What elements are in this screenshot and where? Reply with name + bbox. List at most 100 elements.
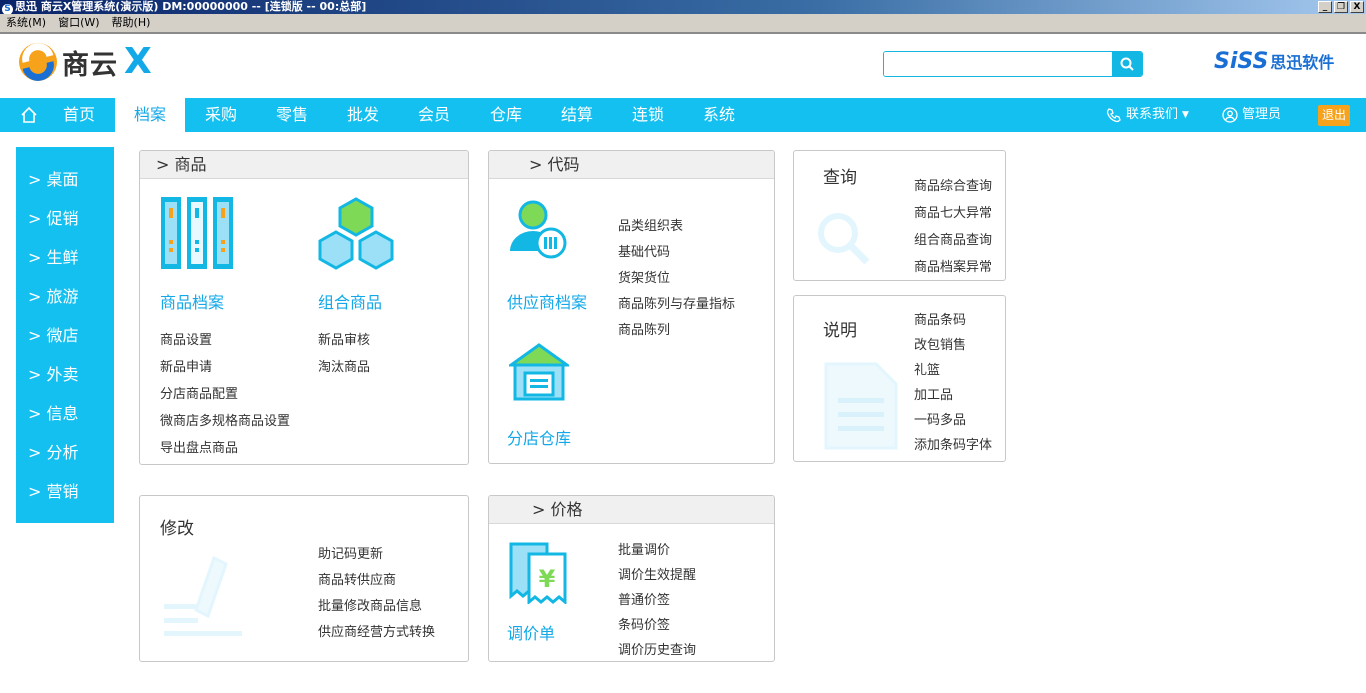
gift-basket-link[interactable]: 礼篮 xyxy=(914,359,940,378)
sidebar-item-microstore[interactable]: > 微店 xyxy=(16,323,114,362)
mnemonic-update-link[interactable]: 助记码更新 xyxy=(318,543,383,562)
app-logo: 商云 X xyxy=(18,42,152,82)
goods-archive-link[interactable]: 商品档案 xyxy=(160,289,224,313)
menu-bar: 系统(M) 窗口(W) 帮助(H) xyxy=(0,14,1366,32)
user-menu[interactable]: 管理员 xyxy=(1222,98,1281,132)
goods-panel-header: > 商品 xyxy=(140,151,468,179)
brand-sub: 思迅软件 xyxy=(1270,53,1335,72)
goods-archive-anomaly-link[interactable]: 商品档案异常 xyxy=(914,256,992,275)
new-goods-apply-link[interactable]: 新品申请 xyxy=(160,356,212,375)
explain-panel: 说明 商品条码 改包销售 礼篮 加工品 一码多品 添加条码字体 xyxy=(793,295,1006,462)
brand-main: SiSS xyxy=(1214,49,1269,74)
close-button[interactable]: X xyxy=(1350,1,1364,13)
price-effective-remind-link[interactable]: 调价生效提醒 xyxy=(618,564,696,583)
phone-icon xyxy=(1106,108,1121,123)
repack-sale-link[interactable]: 改包销售 xyxy=(914,334,966,353)
app-logo-icon: S xyxy=(2,4,13,14)
branch-warehouse-link[interactable]: 分店仓库 xyxy=(507,425,571,449)
new-goods-review-link[interactable]: 新品审核 xyxy=(318,329,370,348)
window-title: 思迅 商云X管理系统(演示版) DM:00000000 -- [连锁版 -- 0… xyxy=(15,0,367,13)
sidebar-item-analysis[interactable]: > 分析 xyxy=(16,440,114,479)
search-button[interactable] xyxy=(1112,52,1142,76)
display-stock-index-link[interactable]: 商品陈列与存量指标 xyxy=(618,293,735,312)
document-icon xyxy=(824,362,898,450)
nav-purchase[interactable]: 采购 xyxy=(186,98,256,132)
restore-button[interactable]: ❐ xyxy=(1334,1,1348,13)
goods-display-link[interactable]: 商品陈列 xyxy=(618,319,670,338)
nav-chain[interactable]: 连锁 xyxy=(613,98,683,132)
svg-text:¥: ¥ xyxy=(539,565,556,593)
microstore-multispec-link[interactable]: 微商店多规格商品设置 xyxy=(160,410,290,429)
code-panel: > 代码 供应商档案 分店仓库 品类组织表 基础代码 货架货位 商品陈列与存量指… xyxy=(488,150,775,464)
main-nav: 首页 档案 采购 零售 批发 会员 仓库 结算 连锁 系统 联系我们 ▼ 管理员 xyxy=(0,98,1366,132)
goods-archive-icon[interactable] xyxy=(160,196,234,270)
nav-system[interactable]: 系统 xyxy=(684,98,754,132)
magnifier-icon xyxy=(818,213,870,265)
window-title-bar: S 思迅 商云X管理系统(演示版) DM:00000000 -- [连锁版 -- … xyxy=(0,0,1366,14)
search-input[interactable] xyxy=(884,52,1112,76)
sidebar-item-fresh[interactable]: > 生鲜 xyxy=(16,245,114,284)
combo-goods-query-link[interactable]: 组合商品查询 xyxy=(914,229,992,248)
nav-warehouse[interactable]: 仓库 xyxy=(471,98,541,132)
menu-system[interactable]: 系统(M) xyxy=(6,14,46,32)
sidebar-item-takeout[interactable]: > 外卖 xyxy=(16,362,114,401)
shangyun-logo-icon xyxy=(19,43,57,81)
branch-goods-config-link[interactable]: 分店商品配置 xyxy=(160,383,238,402)
add-barcode-font-link[interactable]: 添加条码字体 xyxy=(914,434,992,453)
goods-transfer-supplier-link[interactable]: 商品转供应商 xyxy=(318,569,396,588)
nav-archive[interactable]: 档案 xyxy=(115,98,185,132)
sidebar-item-marketing[interactable]: > 营销 xyxy=(16,479,114,518)
menu-window[interactable]: 窗口(W) xyxy=(58,14,99,32)
explain-panel-title: 说明 xyxy=(823,321,857,341)
sidebar-item-travel[interactable]: > 旅游 xyxy=(16,284,114,323)
one-code-multi-goods-link[interactable]: 一码多品 xyxy=(914,409,966,428)
nav-retail[interactable]: 零售 xyxy=(257,98,327,132)
barcode-price-tag-link[interactable]: 条码价签 xyxy=(618,614,670,633)
nav-settlement[interactable]: 结算 xyxy=(542,98,612,132)
processed-goods-link[interactable]: 加工品 xyxy=(914,384,953,403)
code-panel-header: > 代码 xyxy=(489,151,774,179)
nav-member[interactable]: 会员 xyxy=(399,98,469,132)
eliminate-goods-link[interactable]: 淘汰商品 xyxy=(318,356,370,375)
goods-seven-anomalies-link[interactable]: 商品七大异常 xyxy=(914,202,992,221)
category-org-link[interactable]: 品类组织表 xyxy=(618,215,683,234)
goods-settings-link[interactable]: 商品设置 xyxy=(160,329,212,348)
price-history-query-link[interactable]: 调价历史查询 xyxy=(618,639,696,658)
sidebar-item-info[interactable]: > 信息 xyxy=(16,401,114,440)
supplier-archive-link[interactable]: 供应商档案 xyxy=(507,289,587,313)
supplier-mode-convert-link[interactable]: 供应商经营方式转换 xyxy=(318,621,435,640)
price-adjust-sheet-link[interactable]: 调价单 xyxy=(507,620,555,644)
search-icon xyxy=(1120,57,1134,71)
sidebar-item-promotion[interactable]: > 促销 xyxy=(16,206,114,245)
batch-price-adjust-link[interactable]: 批量调价 xyxy=(618,539,670,558)
query-panel-title: 查询 xyxy=(823,168,857,188)
price-panel: > 价格 ¥ 调价单 批量调价 调价生效提醒 普通价签 条码价签 调价历史查询 xyxy=(488,495,775,662)
search-box xyxy=(883,51,1143,77)
price-tag-icon[interactable]: ¥ xyxy=(509,542,569,604)
goods-barcode-link[interactable]: 商品条码 xyxy=(914,309,966,328)
nav-home[interactable]: 首页 xyxy=(44,98,114,132)
query-panel: 查询 商品综合查询 商品七大异常 组合商品查询 商品档案异常 xyxy=(793,150,1006,281)
contact-us-button[interactable]: 联系我们 ▼ xyxy=(1106,98,1189,132)
logo-text: 商云 xyxy=(62,49,118,81)
combo-goods-link[interactable]: 组合商品 xyxy=(318,289,382,313)
shelf-location-link[interactable]: 货架货位 xyxy=(618,267,670,286)
sidebar-item-desktop[interactable]: > 桌面 xyxy=(16,167,114,206)
home-icon[interactable] xyxy=(20,106,38,124)
batch-modify-goods-link[interactable]: 批量修改商品信息 xyxy=(318,595,422,614)
logout-button[interactable]: 退出 xyxy=(1318,105,1350,126)
logo-x-mark: X xyxy=(124,41,152,82)
branch-warehouse-icon[interactable] xyxy=(509,343,569,403)
price-panel-header: > 价格 xyxy=(489,496,774,524)
base-code-link[interactable]: 基础代码 xyxy=(618,241,670,260)
normal-price-tag-link[interactable]: 普通价签 xyxy=(618,589,670,608)
contact-us-label: 联系我们 xyxy=(1126,107,1179,122)
modify-panel: 修改 助记码更新 商品转供应商 批量修改商品信息 供应商经营方式转换 xyxy=(139,495,469,662)
supplier-archive-icon[interactable] xyxy=(507,199,569,261)
goods-comprehensive-query-link[interactable]: 商品综合查询 xyxy=(914,175,992,194)
combo-goods-icon[interactable] xyxy=(316,196,396,270)
export-stocktake-link[interactable]: 导出盘点商品 xyxy=(160,437,238,456)
nav-wholesale[interactable]: 批发 xyxy=(328,98,398,132)
minimize-button[interactable]: _ xyxy=(1318,1,1332,13)
menu-help[interactable]: 帮助(H) xyxy=(112,14,151,32)
